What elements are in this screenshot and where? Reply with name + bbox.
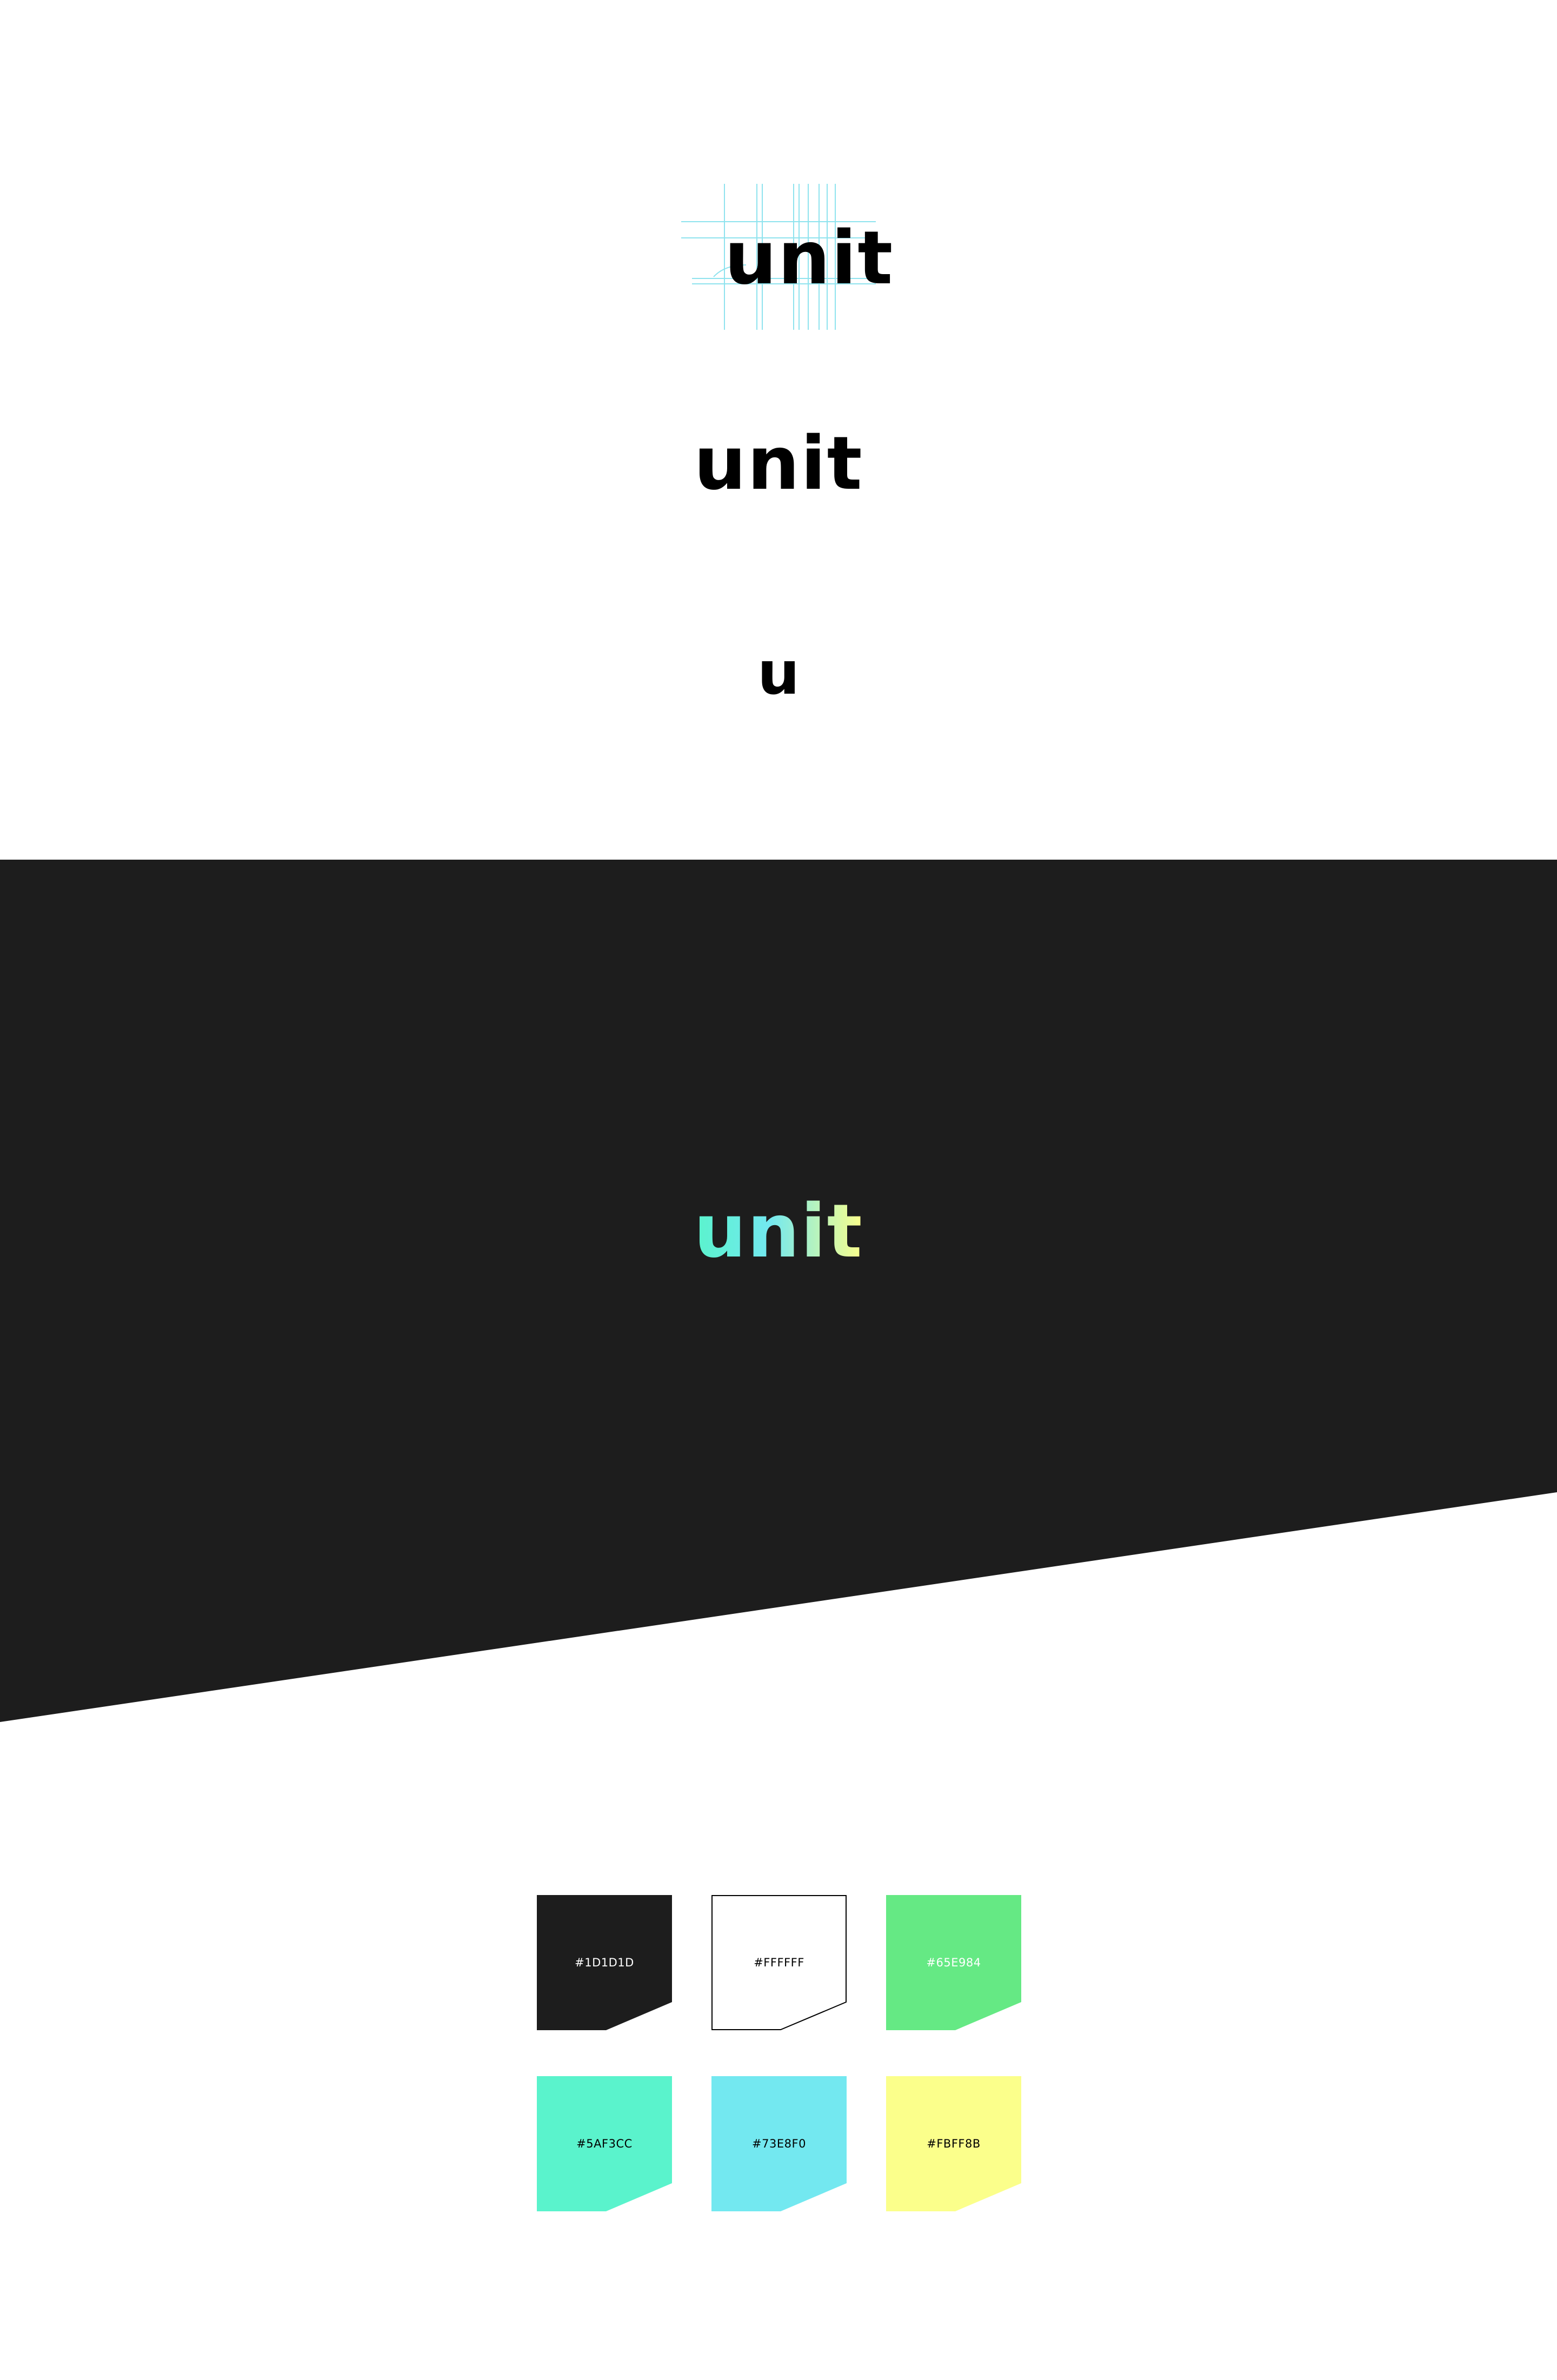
- swatch-hex-label: #65E984: [926, 1956, 981, 1969]
- color-swatch: #FBFF8B: [886, 2076, 1021, 2211]
- color-swatch: #FFFFFF: [711, 1895, 847, 2030]
- color-palette: #1D1D1D #FFFFFF #65E984 #5AF3CC #73E8F0 #FBFF…: [537, 1895, 1021, 2211]
- swatch-hex-label: #FFFFFF: [754, 1956, 804, 1969]
- logo-reverse: unit: [694, 1195, 863, 1268]
- logo-primary: unit: [694, 427, 863, 501]
- color-swatch: #73E8F0: [711, 2076, 847, 2211]
- logo-wordmark-gradient: unit: [694, 1189, 863, 1274]
- logo-wordmark: unit: [694, 421, 863, 507]
- logo-monogram: u: [757, 643, 800, 703]
- swatch-hex-label: #FBFF8B: [927, 2137, 981, 2150]
- dark-band-section: unit: [0, 860, 1557, 1725]
- color-swatch: #1D1D1D: [537, 1895, 672, 2030]
- color-swatch: #65E984: [886, 1895, 1021, 2030]
- logo-monogram-letter: u: [757, 639, 800, 708]
- color-swatch: #5AF3CC: [537, 2076, 672, 2211]
- swatch-hex-label: #1D1D1D: [575, 1956, 634, 1969]
- swatch-hex-label: #73E8F0: [752, 2137, 806, 2150]
- dark-band-shape: [0, 860, 1557, 1722]
- swatch-hex-label: #5AF3CC: [576, 2137, 633, 2150]
- logo-wordmark: unit: [724, 216, 894, 301]
- logo-construction-grid: unit: [681, 184, 893, 330]
